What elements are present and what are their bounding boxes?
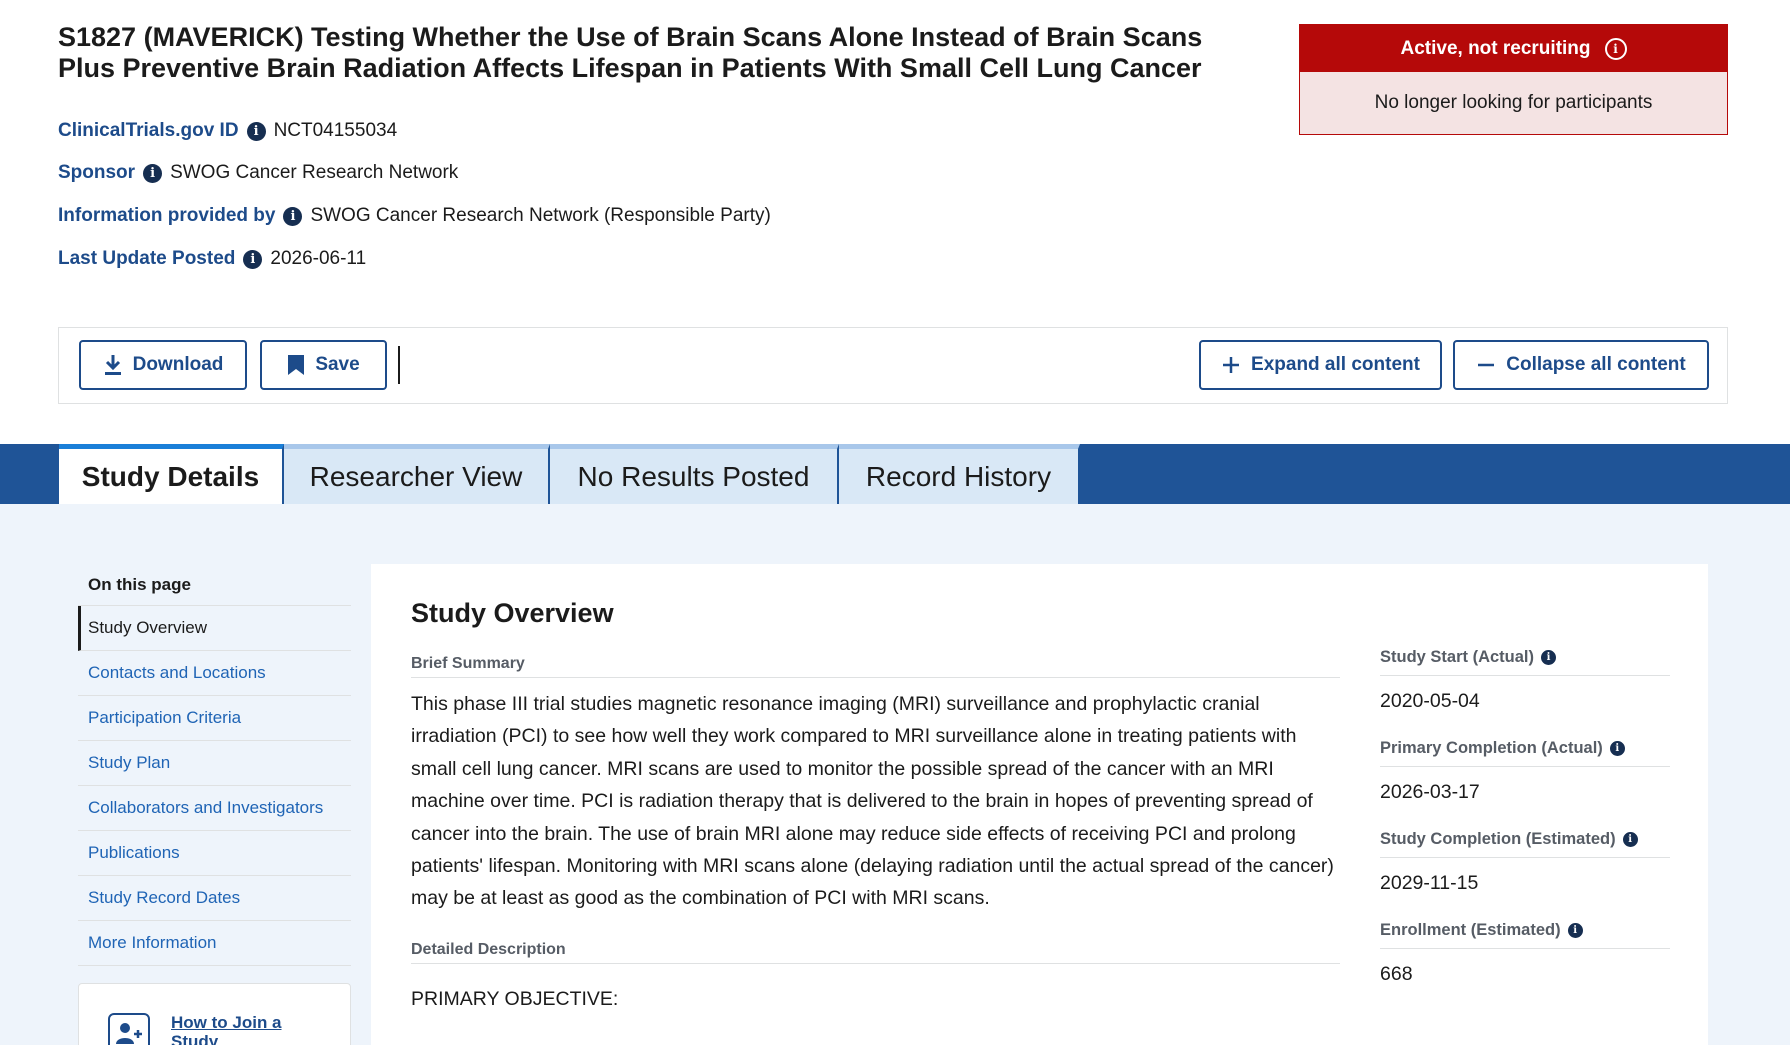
- meta-label: Information provided by: [58, 205, 276, 226]
- brief-summary-text: This phase III trial studies magnetic re…: [411, 693, 1334, 910]
- info-icon[interactable]: i: [1567, 923, 1583, 938]
- fact-value: 2026-03-17: [1380, 781, 1480, 803]
- fact-label-text: Primary Completion (Actual): [1380, 739, 1603, 757]
- fact-value: 2029-11-15: [1380, 872, 1479, 894]
- meta-value: 2026-06-11: [270, 248, 367, 269]
- meta-value: SWOG Cancer Research Network (Responsibl…: [310, 205, 771, 226]
- status-description: No longer looking for participants: [1300, 72, 1727, 134]
- fact-label: Study Completion (Estimated) i: [1380, 830, 1670, 858]
- minus-icon: [1478, 363, 1495, 367]
- collapse-all-button[interactable]: Collapse all content: [1453, 340, 1709, 390]
- nav-item-publications[interactable]: Publications: [78, 831, 351, 876]
- expand-all-button[interactable]: Expand all content: [1199, 340, 1442, 390]
- action-toolbar: Download Save Expand all content Collaps…: [58, 327, 1728, 404]
- study-facts: Study Start (Actual) i 2020-05-04 Primar…: [1380, 648, 1670, 1012]
- status-header: Active, not recruiting i: [1300, 25, 1727, 72]
- people-add-icon: [108, 1013, 150, 1045]
- fact-label-text: Study Completion (Estimated): [1380, 830, 1616, 848]
- fact-value: 2020-05-04: [1380, 690, 1480, 712]
- nav-item-contacts-locations[interactable]: Contacts and Locations: [78, 651, 351, 696]
- tab-study-details[interactable]: Study Details: [59, 444, 284, 504]
- detailed-description-heading: Detailed Description: [411, 941, 1340, 964]
- fact-label: Study Start (Actual) i: [1380, 648, 1670, 676]
- section-title: Study Overview: [411, 598, 614, 628]
- info-icon[interactable]: i: [243, 249, 263, 269]
- bookmark-icon: [288, 355, 305, 375]
- meta-sponsor: Sponsor i SWOG Cancer Research Network: [58, 162, 458, 184]
- nav-item-more-information[interactable]: More Information: [78, 921, 351, 966]
- save-label: Save: [315, 354, 360, 375]
- info-icon[interactable]: i: [283, 206, 303, 226]
- how-to-join-link[interactable]: How to Join a Study: [171, 1013, 291, 1045]
- tab-no-results-posted[interactable]: No Results Posted: [550, 444, 839, 504]
- meta-information-provided: Information provided by i SWOG Cancer Re…: [58, 205, 771, 227]
- toolbar-divider: [398, 346, 400, 384]
- info-icon[interactable]: i: [246, 121, 266, 141]
- info-icon[interactable]: i: [1622, 832, 1638, 847]
- info-icon[interactable]: i: [1604, 37, 1627, 60]
- detailed-description-text: PRIMARY OBJECTIVE:: [411, 988, 619, 1010]
- meta-value: SWOG Cancer Research Network: [170, 162, 459, 183]
- study-title: S1827 (MAVERICK) Testing Whether the Use…: [58, 22, 1203, 83]
- nav-item-collaborators[interactable]: Collaborators and Investigators: [78, 786, 351, 831]
- tab-researcher-view[interactable]: Researcher View: [284, 444, 550, 504]
- meta-label: Last Update Posted: [58, 248, 236, 269]
- tab-bar: Study Details Researcher View No Results…: [0, 444, 1790, 504]
- nav-item-study-plan[interactable]: Study Plan: [78, 741, 351, 786]
- download-icon: [104, 355, 121, 375]
- meta-value: NCT04155034: [273, 120, 398, 141]
- fact-label-text: Study Start (Actual): [1380, 648, 1535, 666]
- meta-label: Sponsor: [58, 162, 136, 183]
- recruitment-status-box: Active, not recruiting i No longer looki…: [1299, 24, 1728, 135]
- plus-icon: [1223, 357, 1240, 373]
- meta-last-update: Last Update Posted i 2026-06-11: [58, 248, 366, 270]
- info-icon[interactable]: i: [143, 163, 163, 183]
- fact-value: 668: [1380, 963, 1413, 985]
- study-overview-section: Study Overview Brief Summary This phase …: [371, 564, 1708, 1045]
- expand-all-label: Expand all content: [1251, 354, 1420, 375]
- nav-heading: On this page: [78, 560, 351, 606]
- nav-item-study-overview[interactable]: Study Overview: [78, 606, 351, 651]
- collapse-all-label: Collapse all content: [1506, 354, 1686, 375]
- info-icon[interactable]: i: [1541, 650, 1557, 665]
- on-this-page-nav: On this page Study Overview Contacts and…: [78, 560, 351, 966]
- fact-label-text: Enrollment (Estimated): [1380, 921, 1561, 939]
- nav-item-record-dates[interactable]: Study Record Dates: [78, 876, 351, 921]
- fact-label: Enrollment (Estimated) i: [1380, 921, 1670, 949]
- info-icon[interactable]: i: [1609, 741, 1625, 756]
- meta-label: ClinicalTrials.gov ID: [58, 120, 239, 141]
- download-label: Download: [132, 354, 224, 375]
- tab-record-history[interactable]: Record History: [839, 444, 1080, 504]
- download-button[interactable]: Download: [79, 340, 247, 390]
- status-label: Active, not recruiting: [1400, 37, 1591, 59]
- how-to-join-card: How to Join a Study: [78, 983, 351, 1045]
- brief-summary-heading: Brief Summary: [411, 655, 1340, 678]
- fact-label: Primary Completion (Actual) i: [1380, 739, 1670, 767]
- nav-item-participation-criteria[interactable]: Participation Criteria: [78, 696, 351, 741]
- meta-nct-id: ClinicalTrials.gov ID i NCT04155034: [58, 120, 397, 142]
- save-button[interactable]: Save: [260, 340, 387, 390]
